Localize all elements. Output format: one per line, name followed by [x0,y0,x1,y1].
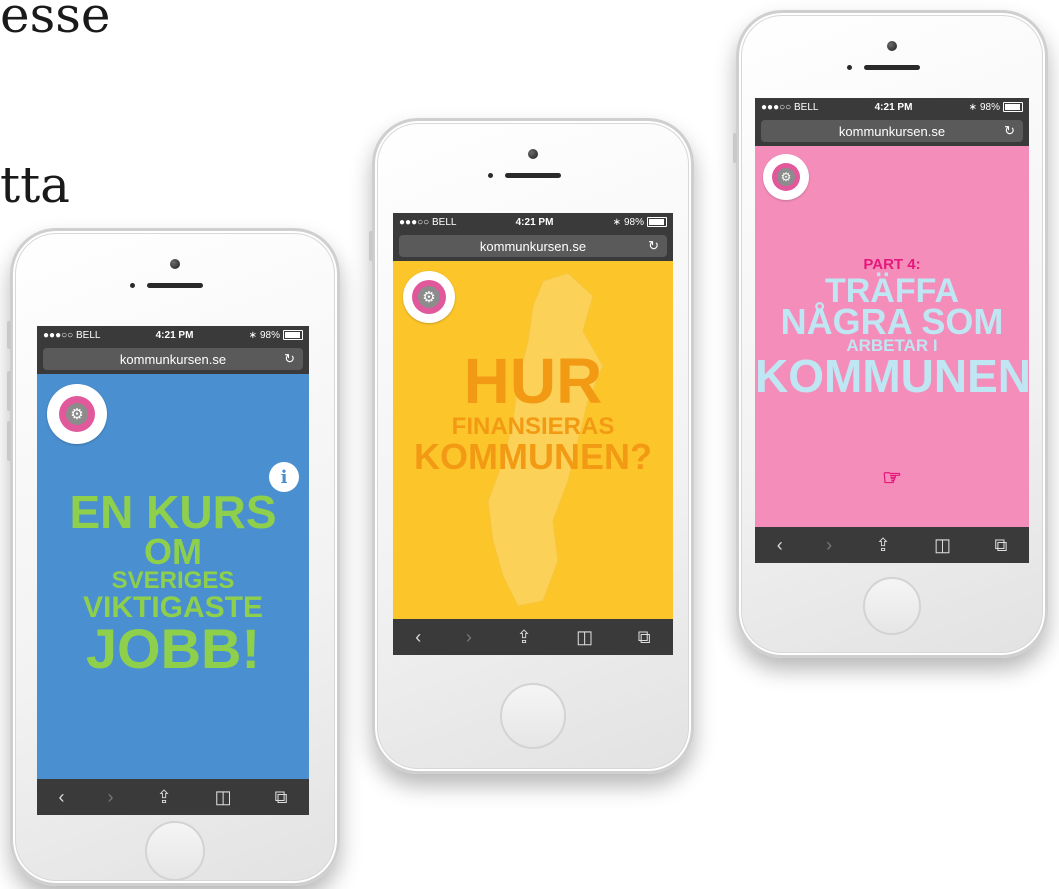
part-label: PART 4: [863,256,921,273]
clock-label: 4:21 PM [155,329,194,341]
status-bar: ●●●○○ BELL 4:21 PM ∗ 98% [393,213,673,231]
headline-line-3: SVERIGES [111,567,235,594]
headline-line-2: NÅGRA SOM [780,301,1004,342]
headline-line-1: EN KURS [69,486,277,538]
gear-icon: ⚙ [66,403,88,425]
headline-line-5: JOBB! [85,617,261,680]
page-content: ⚙ HUR FINANSIERAS KOMMUNEN? [393,261,673,619]
pointer-icon[interactable]: ☞ [755,467,1029,489]
clock-label: 4:21 PM [515,216,554,228]
back-icon[interactable]: ‹ [59,787,65,808]
background-text-line-2: tta [0,156,70,214]
tabs-icon[interactable]: ⧉ [994,535,1007,556]
url-text: kommunkursen.se [838,123,946,139]
phone-en-kurs: ●●●○○ BELL 4:21 PM ∗ 98% kommunkursen.se … [7,228,340,886]
earpiece-icon [864,65,920,70]
battery-icon [283,330,303,340]
battery-label: 98% [623,216,644,228]
reload-icon[interactable]: ↻ [648,238,659,254]
kommunkursen-logo[interactable]: ⚙ [403,271,455,323]
carrier-label: ●●●○○ BELL [761,101,819,113]
home-button[interactable] [145,821,205,881]
kommunkursen-logo[interactable]: ⚙ [763,154,809,200]
url-text: kommunkursen.se [479,238,587,254]
headline-line-1: HUR [463,345,603,417]
headline-line-3: KOMMUNEN? [414,436,652,477]
bookmarks-icon[interactable]: ◫ [576,627,593,648]
earpiece-icon [505,173,561,178]
clock-label: 4:21 PM [874,101,913,113]
earpiece-icon [147,283,203,288]
front-camera-icon [528,149,538,159]
address-bar[interactable]: kommunkursen.se ↻ [399,235,667,257]
browser-toolbar: ‹ › ⇪ ◫ ⧉ [37,779,309,815]
reload-icon[interactable]: ↻ [284,351,295,367]
home-button[interactable] [863,577,921,635]
phone-screen: ●●●○○ BELL 4:21 PM ∗ 98% kommunkursen.se … [37,326,309,815]
tabs-icon[interactable]: ⧉ [638,627,651,648]
back-icon[interactable]: ‹ [415,627,421,648]
proximity-sensor-icon [130,283,135,288]
headline-line-2: FINANSIERAS [451,413,615,440]
address-bar[interactable]: kommunkursen.se ↻ [761,120,1023,142]
carrier-label: ●●●○○ BELL [43,329,101,341]
front-camera-icon [170,259,180,269]
battery-icon [1003,102,1023,112]
battery-icon [647,217,667,227]
browser-toolbar: ‹ › ⇪ ◫ ⧉ [755,527,1029,563]
phone-screen: ●●●○○ BELL 4:21 PM ∗ 98% kommunkursen.se … [755,98,1029,563]
carrier-label: ●●●○○ BELL [399,216,457,228]
phone-screen: ●●●○○ BELL 4:21 PM ∗ 98% kommunkursen.se … [393,213,673,655]
page-content: ⚙ i EN KURS OM SVERIGES VIKTIGASTE JOBB! [37,374,309,779]
battery-label: 98% [979,101,1000,113]
info-icon: i [280,466,288,488]
gear-icon: ⚙ [418,286,440,308]
headline-line-4: KOMMUNEN [755,350,1029,402]
share-icon[interactable]: ⇪ [876,535,891,556]
share-icon[interactable]: ⇪ [157,787,172,808]
share-icon[interactable]: ⇪ [516,627,531,648]
forward-icon[interactable]: › [108,787,114,808]
bluetooth-icon: ∗ [248,329,257,341]
bluetooth-icon: ∗ [968,101,977,113]
forward-icon[interactable]: › [466,627,472,648]
bookmarks-icon[interactable]: ◫ [215,787,232,808]
back-icon[interactable]: ‹ [777,535,783,556]
phone-part-4: ●●●○○ BELL 4:21 PM ∗ 98% kommunkursen.se … [733,10,1048,658]
home-button[interactable] [500,683,566,749]
bookmarks-icon[interactable]: ◫ [934,535,951,556]
headline-line-2: OM [144,531,202,572]
bluetooth-icon: ∗ [612,216,621,228]
status-bar: ●●●○○ BELL 4:21 PM ∗ 98% [755,98,1029,116]
url-text: kommunkursen.se [119,351,227,367]
kommunkursen-logo[interactable]: ⚙ [47,384,107,444]
proximity-sensor-icon [847,65,852,70]
browser-toolbar: ‹ › ⇪ ◫ ⧉ [393,619,673,655]
forward-icon[interactable]: › [826,535,832,556]
battery-label: 98% [259,329,280,341]
status-bar: ●●●○○ BELL 4:21 PM ∗ 98% [37,326,309,344]
background-text-line-1: esse [0,0,111,44]
tabs-icon[interactable]: ⧉ [275,787,288,808]
front-camera-icon [887,41,897,51]
address-bar[interactable]: kommunkursen.se ↻ [43,348,303,370]
phone-hur-finansieras: ●●●○○ BELL 4:21 PM ∗ 98% kommunkursen.se … [369,118,694,774]
page-content: ⚙ PART 4: TRÄFFA NÅGRA SOM ARBETAR I KOM… [755,146,1029,527]
proximity-sensor-icon [488,173,493,178]
gear-icon: ⚙ [777,168,795,186]
reload-icon[interactable]: ↻ [1004,123,1015,139]
